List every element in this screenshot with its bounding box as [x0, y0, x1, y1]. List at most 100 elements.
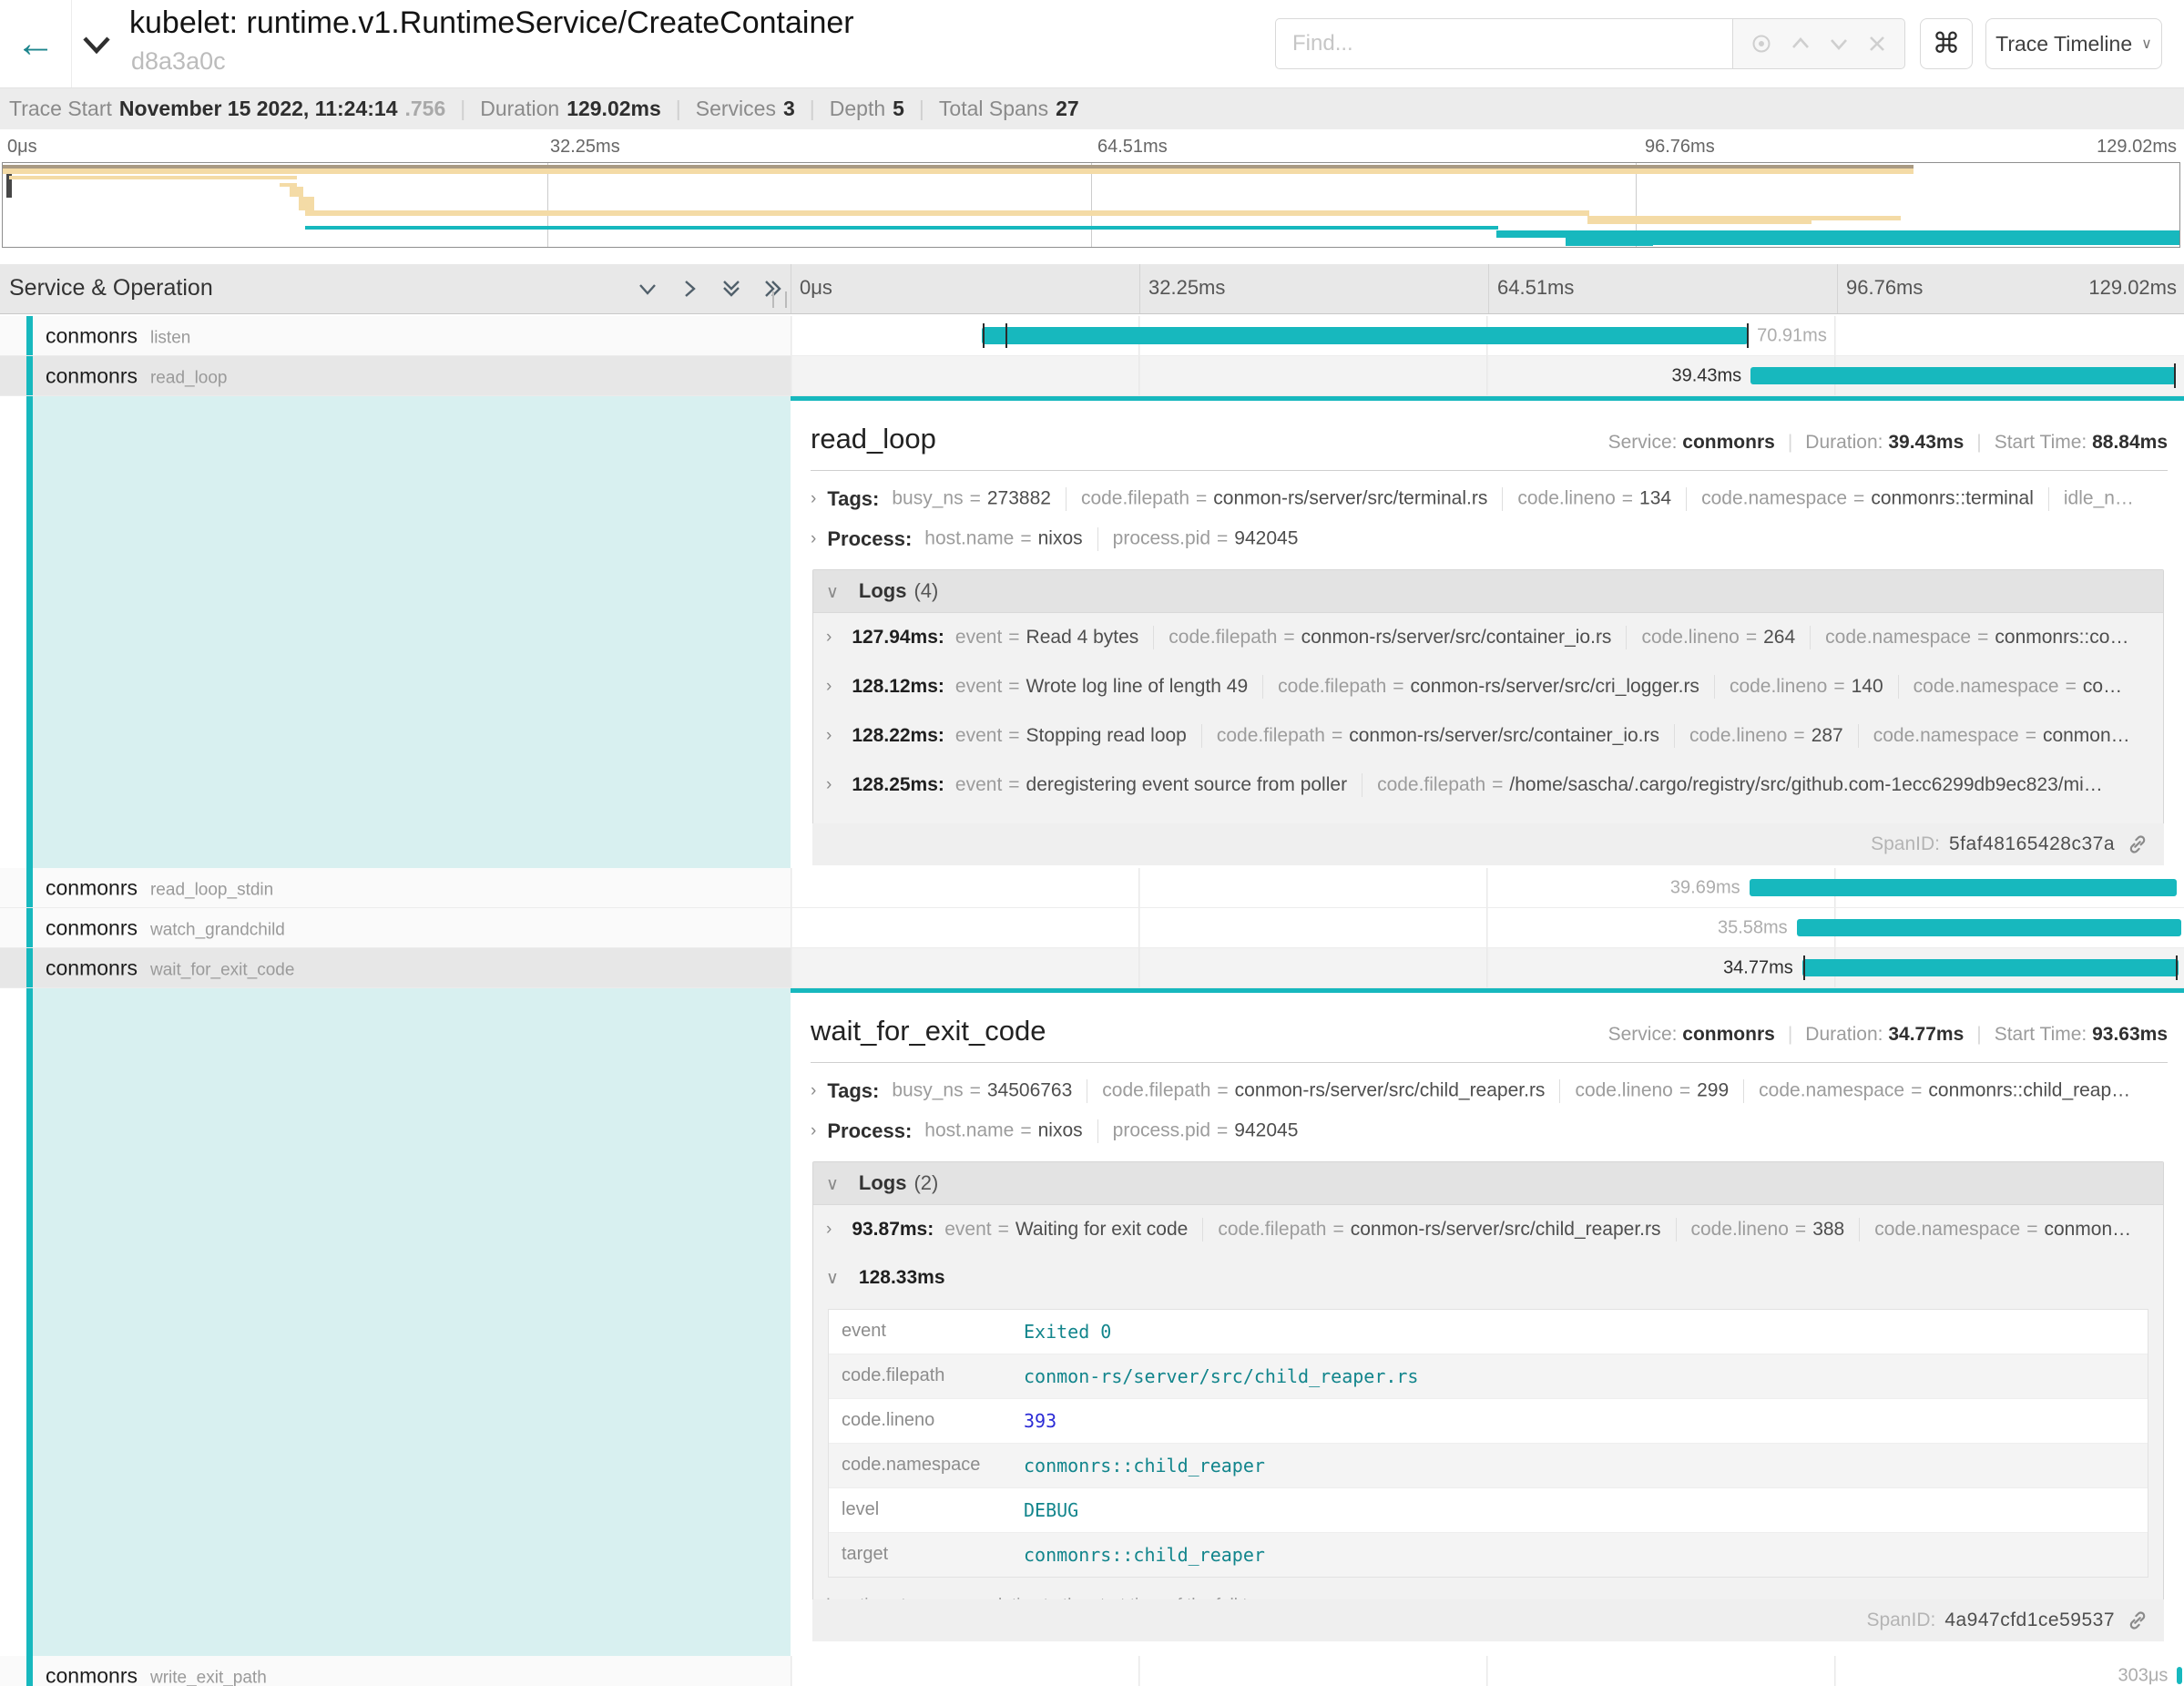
span-name-cell[interactable]: conmonrsread_loop [0, 356, 791, 396]
field-value: 273882 [987, 488, 1051, 509]
field-separator [1859, 1218, 1860, 1242]
log-field-key: event [842, 1321, 1024, 1343]
trace-start-fraction: .756 [405, 97, 446, 121]
collapse-trace-header-button[interactable] [80, 35, 113, 61]
operation-name: read_loop_stdin [150, 880, 273, 899]
equals-sign: = [1332, 1219, 1343, 1241]
log-marker [2174, 363, 2176, 388]
depth-value: 5 [893, 97, 904, 121]
keyboard-shortcuts-button[interactable]: ⌘ [1920, 18, 1973, 69]
column-resizer-handle[interactable] [772, 291, 787, 308]
chevron-down-icon[interactable] [1828, 33, 1850, 55]
span-timeline-cell[interactable]: 39.43ms [791, 356, 2184, 396]
field-separator [1262, 675, 1263, 699]
span-bar[interactable] [2177, 1667, 2182, 1684]
field-value: co… [2083, 676, 2122, 698]
equals-sign: = [1393, 676, 1403, 698]
process-row[interactable]: › Process: host.name=nixosprocess.pid=94… [811, 1119, 2168, 1143]
equals-sign: = [2026, 1219, 2037, 1241]
log-fields: event=Wrote log line of length 49code.fi… [955, 675, 2122, 699]
span-name-cell[interactable]: conmonrslisten [0, 316, 791, 356]
equals-sign: = [1332, 725, 1342, 747]
span-color-bar [26, 316, 33, 355]
span-bar[interactable] [982, 327, 1749, 344]
span-name-cell[interactable]: conmonrswatch_grandchild [0, 908, 791, 948]
logs-header[interactable]: ∨Logs(2) [813, 1162, 2163, 1205]
equals-sign: = [998, 1219, 1009, 1241]
log-fields: event=Waiting for exit codecode.filepath… [944, 1218, 2131, 1242]
field-value: conmonrs::child_reap… [1928, 1080, 2130, 1101]
duration-label: Duration [480, 97, 559, 121]
expand-one-icon[interactable] [678, 277, 701, 301]
collapse-all-icon[interactable] [719, 277, 743, 301]
span-name-cell[interactable]: conmonrswrite_exit_path [0, 1656, 791, 1686]
log-field-key: code.namespace [842, 1455, 1024, 1477]
tags-label: Tags: [827, 1079, 879, 1103]
field-key: code.filepath [1169, 627, 1277, 649]
header-gridline [1139, 264, 1140, 313]
log-entry-expanded[interactable]: ∨128.33ms [813, 1254, 2163, 1302]
spanid-label: SpanID: [1866, 1609, 1935, 1631]
view-dropdown[interactable]: Trace Timeline ∨ [1985, 18, 2162, 69]
span-bar[interactable] [1802, 959, 2179, 976]
span-timeline-cell[interactable]: 39.69ms [791, 868, 2184, 908]
link-icon[interactable] [2126, 833, 2149, 856]
log-marker [983, 323, 985, 348]
chevron-up-icon[interactable] [1790, 33, 1811, 55]
log-entry[interactable]: ›93.87ms:event=Waiting for exit codecode… [813, 1205, 2163, 1254]
collapse-one-icon[interactable] [636, 277, 659, 301]
log-field-value: Exited 0 [1024, 1321, 1111, 1343]
span-name-cell[interactable]: conmonrsread_loop_stdin [0, 868, 791, 908]
span-bar[interactable] [1797, 919, 2181, 936]
equals-sign: = [1746, 627, 1757, 649]
collapse-expand-controls [636, 277, 785, 301]
field-value: 299 [1697, 1080, 1729, 1101]
spanid-value: 5faf48165428c37a [1949, 833, 2115, 855]
field-key: host.name [924, 528, 1014, 549]
field-separator [1686, 487, 1687, 511]
target-icon[interactable] [1750, 32, 1773, 56]
logs-header[interactable]: ∨Logs(4) [813, 570, 2163, 613]
timeline-tick: 96.76ms [1846, 276, 1923, 300]
minimap-span-block [3, 169, 1914, 174]
log-entry[interactable]: ›128.12ms:event=Wrote log line of length… [813, 662, 2163, 711]
equals-sign: = [1492, 774, 1503, 796]
tags-row[interactable]: › Tags: busy_ns=273882code.filepath=conm… [811, 487, 2168, 511]
log-timestamp: 128.25ms: [852, 774, 944, 796]
process-label: Process: [827, 1119, 912, 1143]
trace-minimap[interactable] [2, 162, 2180, 248]
chevron-right-icon: › [826, 775, 832, 795]
chevron-right-icon: › [811, 489, 816, 509]
log-entry[interactable]: ›127.94ms:event=Read 4 bytescode.filepat… [813, 613, 2163, 662]
log-field-row: code.filepathconmon-rs/server/src/child_… [829, 1354, 2148, 1399]
link-icon[interactable] [2126, 1609, 2149, 1632]
find-input[interactable] [1275, 18, 1732, 69]
tags-row[interactable]: › Tags: busy_ns=34506763code.filepath=co… [811, 1079, 2168, 1103]
span-timeline-cell[interactable]: 303μs [791, 1656, 2184, 1686]
span-timeline-cell[interactable]: 70.91ms [791, 316, 2184, 356]
span-timeline-cell[interactable]: 34.77ms [791, 948, 2184, 988]
chevron-down-icon: ∨ [826, 583, 839, 602]
detail-left-background [33, 988, 791, 1656]
close-icon[interactable] [1866, 33, 1888, 55]
span-timeline-cell[interactable]: 35.58ms [791, 908, 2184, 948]
field-value: conmon-rs/server/src/container_io.rs [1349, 725, 1659, 747]
span-name-cell[interactable]: conmonrswait_for_exit_code [0, 948, 791, 988]
chevron-right-icon: › [826, 726, 832, 746]
log-fields-table: eventExited 0 code.filepathconmon-rs/serv… [828, 1309, 2148, 1578]
field-separator [1743, 1079, 1744, 1103]
log-entry[interactable]: ›128.25ms:event=deregistering event sour… [813, 761, 2163, 810]
header-gridline [1488, 264, 1489, 313]
find-group [1275, 18, 1905, 69]
process-row[interactable]: › Process: host.name=nixosprocess.pid=94… [811, 527, 2168, 551]
field-value: conmon-rs/server/src/child_reaper.rs [1351, 1219, 1661, 1241]
span-bar[interactable] [1750, 879, 2178, 896]
equals-sign: = [1793, 725, 1804, 747]
log-entry[interactable]: ›128.22ms:event=Stopping read loopcode.f… [813, 711, 2163, 761]
back-button[interactable]: ← [0, 0, 72, 87]
equals-sign: = [1217, 528, 1228, 549]
duration-value: 129.02ms [566, 97, 661, 121]
log-field-row: code.namespaceconmonrs::child_reaper [829, 1444, 2148, 1488]
tags-label: Tags: [827, 487, 879, 511]
span-bar[interactable] [1750, 367, 2176, 384]
